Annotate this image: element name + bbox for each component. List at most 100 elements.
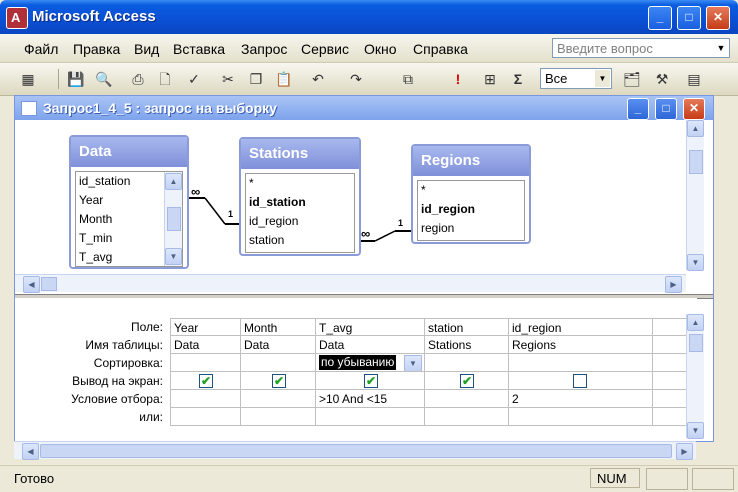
- table-stations[interactable]: Stations * id_station id_region station: [239, 137, 361, 256]
- field-item[interactable]: station: [246, 231, 354, 250]
- datasheet-view-icon[interactable]: ▦: [18, 69, 38, 89]
- menu-help[interactable]: Справка: [413, 41, 468, 57]
- grid-cell-sort[interactable]: [509, 354, 653, 372]
- scroll-right-icon[interactable]: ▶: [665, 276, 682, 293]
- maximize-button[interactable]: □: [677, 6, 701, 30]
- chevron-down-icon[interactable]: ▼: [404, 355, 422, 371]
- minimize-button[interactable]: _: [648, 6, 672, 30]
- undo-icon[interactable]: ↶: [308, 69, 328, 89]
- grid-cell-field[interactable]: Year: [170, 318, 241, 336]
- scroll-thumb[interactable]: [167, 207, 181, 231]
- print-preview-icon[interactable]: 🗋: [155, 69, 175, 89]
- grid-cell-field[interactable]: id_region: [509, 318, 653, 336]
- scroll-down-icon[interactable]: ▼: [165, 248, 182, 265]
- grid-cell-or[interactable]: [241, 408, 316, 426]
- grid-cell-sort[interactable]: [170, 354, 241, 372]
- grid-cell-field[interactable]: T_avg: [316, 318, 425, 336]
- grid-cell-or[interactable]: [316, 408, 425, 426]
- paste-icon[interactable]: 📋: [274, 69, 294, 89]
- grid-cell-criteria[interactable]: [170, 390, 241, 408]
- grid-cell-table[interactable]: Regions: [509, 336, 653, 354]
- sort-value[interactable]: по убыванию: [319, 355, 397, 370]
- save-icon[interactable]: 💾: [66, 69, 86, 89]
- field-item[interactable]: region: [418, 219, 524, 238]
- scroll-thumb[interactable]: [689, 334, 703, 352]
- grid-cell-criteria[interactable]: [653, 390, 687, 408]
- grid-cell-or[interactable]: [509, 408, 653, 426]
- grid-cell-sort[interactable]: по убыванию ▼: [316, 354, 425, 372]
- database-window-icon[interactable]: ▤: [684, 69, 704, 89]
- show-checkbox[interactable]: [272, 372, 286, 389]
- grid-cell-criteria[interactable]: [241, 390, 316, 408]
- show-checkbox[interactable]: [573, 374, 587, 388]
- menu-tools[interactable]: Сервис: [301, 41, 349, 57]
- copy-icon[interactable]: ❐: [246, 69, 266, 89]
- grid-cell-table[interactable]: [653, 336, 687, 354]
- scroll-thumb[interactable]: [41, 277, 57, 291]
- show-checkbox[interactable]: [460, 372, 474, 389]
- grid-cell-table[interactable]: Data: [170, 336, 241, 354]
- maximize-button[interactable]: □: [655, 98, 677, 120]
- scroll-thumb[interactable]: [689, 150, 703, 174]
- key-icon[interactable]: A: [6, 7, 28, 29]
- spelling-icon[interactable]: ✓: [184, 69, 204, 89]
- menu-view[interactable]: Вид: [134, 41, 159, 57]
- menu-file[interactable]: Файл: [24, 41, 58, 57]
- grid-cell-field[interactable]: [653, 318, 687, 336]
- scroll-right-icon[interactable]: ▶: [676, 443, 693, 460]
- totals-icon[interactable]: Σ: [508, 69, 528, 89]
- menu-edit[interactable]: Правка: [73, 41, 120, 57]
- grid-cell-show[interactable]: [653, 372, 687, 390]
- scroll-down-icon[interactable]: ▼: [687, 422, 704, 439]
- scroll-up-icon[interactable]: ▲: [687, 120, 704, 137]
- grid-cell-or[interactable]: [653, 408, 687, 426]
- field-item-key[interactable]: id_region: [418, 200, 524, 219]
- show-checkbox[interactable]: [199, 372, 213, 389]
- grid-cell-sort[interactable]: [241, 354, 316, 372]
- grid-cell-sort[interactable]: [425, 354, 509, 372]
- build-icon[interactable]: ⚒: [652, 69, 672, 89]
- field-list-scrollbar[interactable]: ▲ ▼: [164, 172, 182, 266]
- scroll-thumb[interactable]: [40, 444, 672, 458]
- grid-cell-sort[interactable]: [653, 354, 687, 372]
- menu-query[interactable]: Запрос: [241, 41, 287, 57]
- grid-cell-criteria[interactable]: [425, 390, 509, 408]
- grid-cell-or[interactable]: [425, 408, 509, 426]
- scroll-up-icon[interactable]: ▲: [687, 314, 704, 331]
- scroll-up-icon[interactable]: ▲: [165, 173, 182, 190]
- properties-icon[interactable]: 🗂: [622, 69, 642, 89]
- menu-window[interactable]: Окно: [364, 41, 397, 57]
- chevron-down-icon[interactable]: ▼: [713, 39, 729, 57]
- scroll-down-icon[interactable]: ▼: [687, 254, 704, 271]
- show-checkbox[interactable]: [364, 372, 378, 389]
- grid-cell-table[interactable]: Data: [316, 336, 425, 354]
- table-data[interactable]: Data id_station Year Month T_min T_avg ▲…: [69, 135, 189, 269]
- redo-icon[interactable]: ↷: [346, 69, 366, 89]
- cut-icon[interactable]: ✂: [218, 69, 238, 89]
- query-type-icon[interactable]: ⧉: [398, 69, 418, 89]
- grid-hscroll[interactable]: ◀ ▶: [14, 441, 696, 460]
- print-icon[interactable]: ⎙: [128, 69, 148, 89]
- table-regions[interactable]: Regions * id_region region: [411, 144, 531, 244]
- menu-insert[interactable]: Вставка: [173, 41, 225, 57]
- grid-cell-criteria[interactable]: 2: [509, 390, 653, 408]
- grid-cell-or[interactable]: [170, 408, 241, 426]
- grid-cell-field[interactable]: station: [425, 318, 509, 336]
- scroll-left-icon[interactable]: ◀: [22, 443, 39, 460]
- minimize-button[interactable]: _: [627, 98, 649, 120]
- grid-cell-table[interactable]: Data: [241, 336, 316, 354]
- grid-cell-table[interactable]: Stations: [425, 336, 509, 354]
- close-button[interactable]: ✕: [706, 6, 730, 30]
- field-item-key[interactable]: id_station: [246, 193, 354, 212]
- scroll-left-icon[interactable]: ◀: [23, 276, 40, 293]
- search-icon[interactable]: 🔍: [94, 69, 114, 89]
- grid-vscroll[interactable]: ▲ ▼: [686, 314, 704, 439]
- table-pane-vscroll[interactable]: ▲ ▼: [686, 120, 704, 271]
- table-pane-hscroll[interactable]: ◀ ▶: [15, 274, 686, 293]
- grid-cell-field[interactable]: Month: [241, 318, 316, 336]
- chevron-down-icon[interactable]: ▼: [595, 70, 610, 87]
- help-search-input[interactable]: Введите вопрос ▼: [552, 38, 730, 58]
- grid-cell-criteria[interactable]: >10 And <15: [316, 390, 425, 408]
- run-icon[interactable]: !: [448, 69, 468, 89]
- view-select[interactable]: Все ▼: [540, 68, 612, 89]
